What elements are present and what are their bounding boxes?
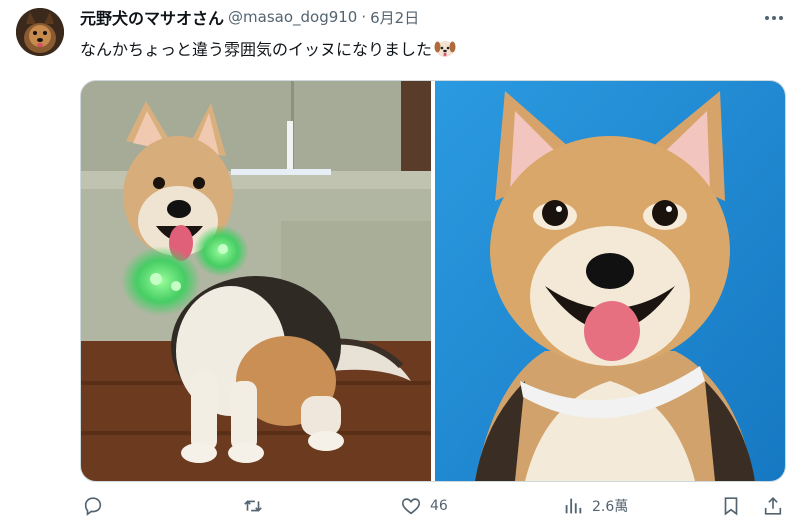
author-handle[interactable]: @masao_dog910 <box>228 8 357 26</box>
more-options-button[interactable] <box>762 8 786 28</box>
bookmark-button[interactable] <box>720 494 742 518</box>
reply-button[interactable] <box>82 494 104 518</box>
author-display-name[interactable]: 元野犬のマサオさん <box>80 5 224 29</box>
heart-icon <box>401 498 421 515</box>
views-button[interactable]: 2.6萬 <box>562 494 628 518</box>
dog-photo-with-glowing-collar-icon <box>81 81 431 481</box>
tweet-header: 元野犬のマサオさん @masao_dog910 · 6月2日 <box>80 6 750 28</box>
like-count: 46 <box>430 498 448 514</box>
views-icon <box>565 498 582 514</box>
separator-dot: · <box>361 8 367 26</box>
tweet-media <box>80 80 786 482</box>
tweet-text-content: なんかちょっと違う雰囲気のイッヌになりました <box>80 40 433 59</box>
share-icon <box>764 497 782 515</box>
tweet-date[interactable]: 6月2日 <box>370 7 419 28</box>
dog-face-emoji-icon <box>434 37 456 59</box>
retweet-button[interactable] <box>242 494 264 518</box>
like-button[interactable]: 46 <box>400 494 448 518</box>
author-avatar[interactable] <box>16 8 64 56</box>
tweet-text: なんかちょっと違う雰囲気のイッヌになりました <box>80 36 456 60</box>
tweet-actions: 46 2.6萬 <box>80 494 784 518</box>
dog-portrait-blue-background-icon <box>435 81 785 481</box>
retweet-icon <box>244 500 262 512</box>
bookmark-icon <box>724 497 738 516</box>
photo-dog-portrait[interactable] <box>435 81 785 481</box>
reply-icon <box>84 497 102 516</box>
more-dots-icon <box>765 16 783 20</box>
dog-avatar-icon <box>16 8 64 56</box>
views-count: 2.6萬 <box>592 499 629 515</box>
share-button[interactable] <box>762 494 784 518</box>
photo-dog-glowing-collar[interactable] <box>81 81 431 481</box>
